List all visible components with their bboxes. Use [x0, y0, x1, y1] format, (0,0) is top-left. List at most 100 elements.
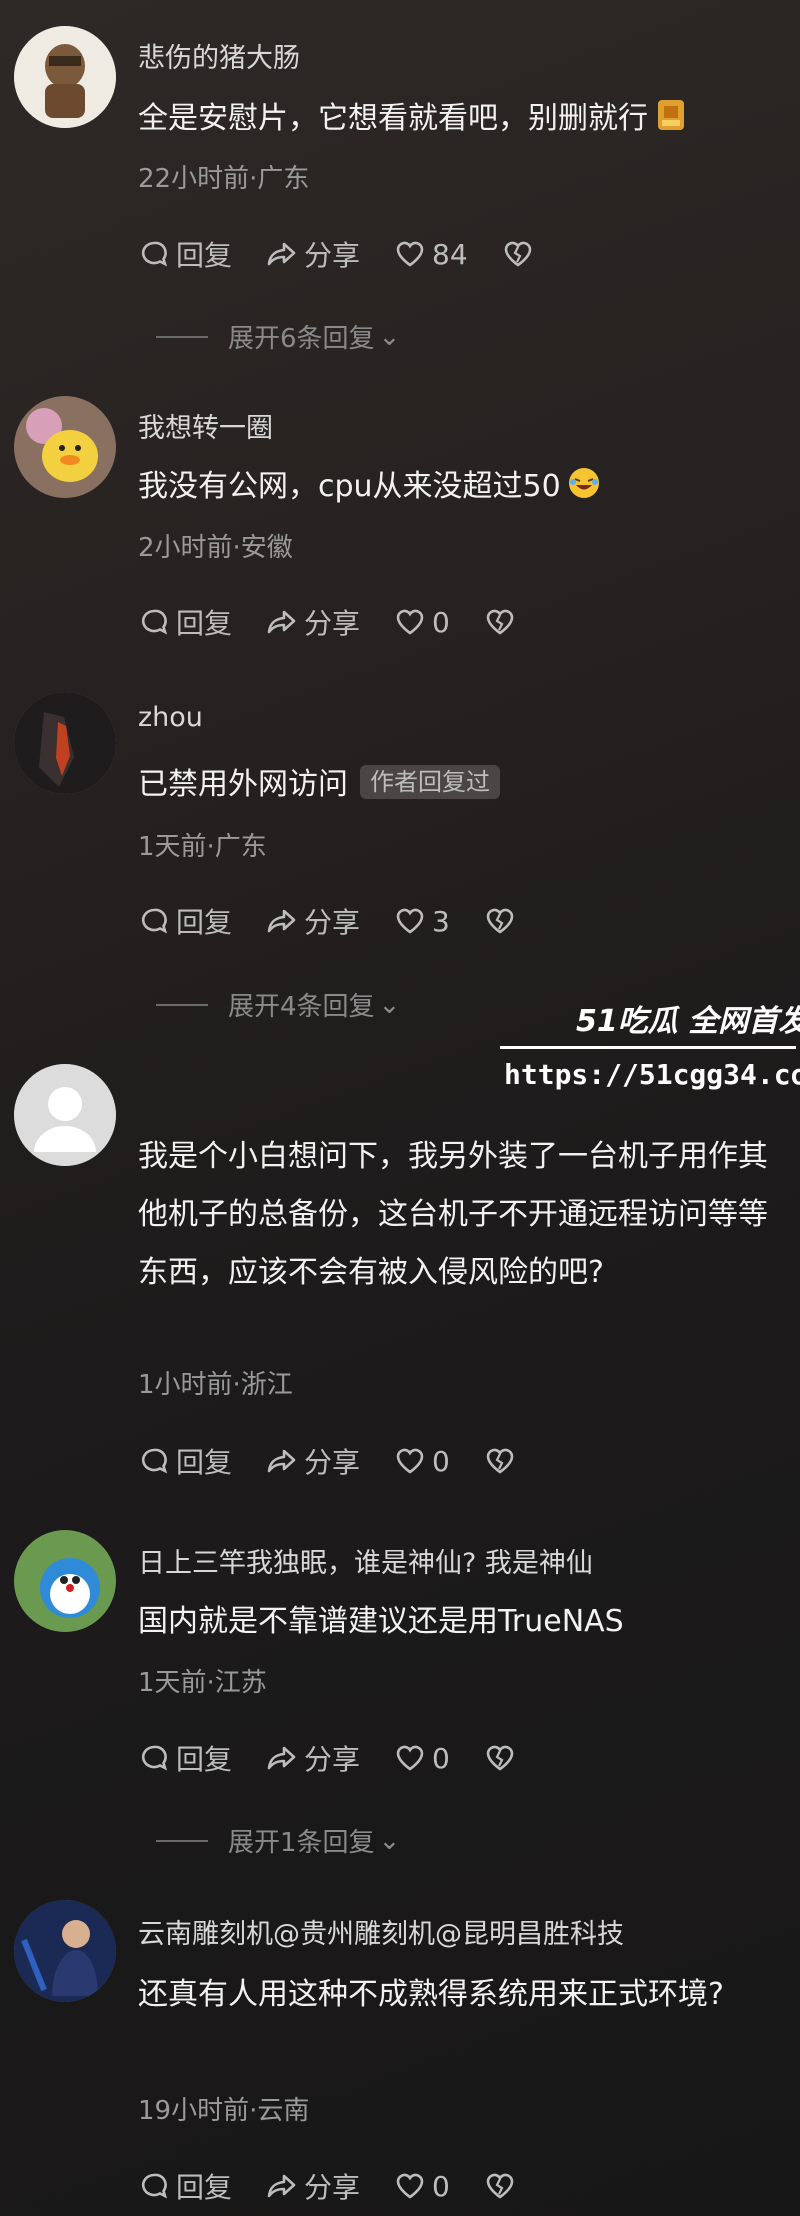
comment-meta: 22小时前·广东: [138, 164, 310, 194]
broken-heart-icon: [486, 609, 514, 635]
comment-text: 国内就是不靠谱建议还是用TrueNAS: [138, 1604, 624, 1639]
share-button[interactable]: 分享: [266, 2166, 360, 2206]
author-replied-badge: 作者回复过: [360, 765, 500, 799]
chevron-down-icon: ⌄: [378, 321, 401, 352]
avatar[interactable]: [14, 1064, 116, 1166]
share-label: 分享: [304, 239, 361, 272]
dislike-button[interactable]: [484, 1742, 516, 1774]
dislike-button[interactable]: [484, 2170, 516, 2202]
watermark: 51吃瓜 全网首发 https://51cgg34.com: [496, 996, 800, 1094]
like-button[interactable]: 0: [394, 2170, 450, 2203]
share-button[interactable]: 分享: [266, 1738, 360, 1778]
broken-heart-icon: [486, 908, 514, 934]
like-count: 0: [432, 2169, 450, 2203]
like-button[interactable]: 84: [394, 238, 468, 271]
comment-meta: 19小时前·云南: [138, 2096, 310, 2126]
action-bar: 回复 分享 0: [138, 2166, 550, 2206]
comment-text: 还真有人用这种不成熟得系统用来正式环境?: [138, 1977, 724, 2012]
like-button[interactable]: 3: [394, 905, 450, 938]
chevron-down-icon: ⌄: [378, 989, 401, 1020]
reply-label: 回复: [176, 239, 233, 272]
username[interactable]: 悲伤的猪大肠: [138, 36, 300, 75]
reply-button[interactable]: 回复: [138, 602, 232, 642]
like-count: 3: [432, 904, 450, 938]
share-label: 分享: [304, 1446, 361, 1479]
username[interactable]: 日上三竿我独眠，谁是神仙? 我是神仙: [138, 1541, 593, 1580]
dislike-button[interactable]: [502, 238, 534, 270]
heart-icon: [396, 908, 424, 934]
action-bar: 回复 分享 0: [138, 1738, 550, 1778]
divider-line: [156, 335, 208, 338]
reply-label: 回复: [176, 906, 233, 939]
reply-button[interactable]: 回复: [138, 2166, 232, 2206]
laughing-emoji-icon: [568, 468, 599, 498]
share-icon: [267, 2174, 296, 2198]
reply-icon: [141, 609, 168, 635]
like-button[interactable]: 0: [394, 606, 450, 639]
action-bar: 回复 分享 0: [138, 602, 550, 642]
reply-button[interactable]: 回复: [138, 1738, 232, 1778]
broken-heart-icon: [486, 1448, 514, 1474]
share-label: 分享: [304, 1743, 361, 1776]
heart-icon: [396, 241, 424, 267]
heart-icon: [396, 1448, 424, 1474]
reply-icon: [141, 1448, 168, 1474]
divider-line: [156, 1839, 208, 1842]
avatar[interactable]: [14, 692, 116, 794]
username[interactable]: zhou: [138, 702, 203, 733]
dislike-button[interactable]: [484, 606, 516, 638]
share-icon: [267, 1746, 296, 1770]
reply-button[interactable]: 回复: [138, 901, 232, 941]
dislike-button[interactable]: [484, 905, 516, 937]
expand-replies-button[interactable]: 展开4条回复 ⌄: [156, 986, 400, 1023]
reply-label: 回复: [176, 1743, 233, 1776]
share-icon: [267, 242, 296, 266]
share-button[interactable]: 分享: [266, 901, 360, 941]
reply-icon: [141, 2173, 168, 2199]
broken-heart-icon: [486, 2173, 514, 2199]
share-icon: [267, 1449, 296, 1473]
expand-replies-button[interactable]: 展开6条回复 ⌄: [156, 318, 400, 355]
expand-replies-button[interactable]: 展开1条回复 ⌄: [156, 1822, 400, 1859]
like-button[interactable]: 0: [394, 1742, 450, 1775]
reply-icon: [141, 241, 168, 267]
action-bar: 回复 分享 0: [138, 1441, 550, 1481]
comment-meta: 1天前·江苏: [138, 1668, 267, 1698]
like-count: 0: [432, 605, 450, 639]
reply-label: 回复: [176, 2171, 233, 2204]
share-button[interactable]: 分享: [266, 602, 360, 642]
comment-meta: 2小时前·安徽: [138, 533, 293, 563]
username[interactable]: 云南雕刻机@贵州雕刻机@昆明昌胜科技: [138, 1912, 624, 1951]
username[interactable]: 我想转一圈: [138, 406, 273, 445]
comment-text-body: 全是安慰片，它想看就看吧，别删就行: [138, 101, 648, 136]
share-label: 分享: [304, 607, 361, 640]
like-count: 0: [432, 1444, 450, 1478]
broken-heart-icon: [504, 241, 531, 267]
like-count: 84: [432, 237, 468, 271]
comment-meta: 1天前·广东: [138, 832, 267, 862]
chevron-down-icon: ⌄: [378, 1825, 401, 1856]
comment-text: 我没有公网，cpu从来没超过50: [138, 458, 778, 516]
share-icon: [267, 909, 296, 933]
share-button[interactable]: 分享: [266, 234, 360, 274]
avatar[interactable]: [14, 26, 116, 128]
avatar[interactable]: [14, 1530, 116, 1632]
share-label: 分享: [304, 906, 361, 939]
comment-text-body: 已禁用外网访问: [138, 767, 348, 802]
expand-replies-label: 展开4条回复: [228, 992, 375, 1022]
reply-button[interactable]: 回复: [138, 1441, 232, 1481]
reply-button[interactable]: 回复: [138, 234, 232, 274]
expand-replies-label: 展开6条回复: [228, 324, 375, 354]
share-label: 分享: [304, 2171, 361, 2204]
avatar[interactable]: [14, 396, 116, 498]
dislike-button[interactable]: [484, 1445, 516, 1477]
broken-heart-icon: [486, 1745, 514, 1771]
comment-text: 我是个小白想问下，我另外装了一台机子用作其他机子的总备份，这台机子不开通远程访问…: [138, 1139, 768, 1290]
reply-icon: [141, 1745, 168, 1771]
avatar[interactable]: [14, 1900, 116, 2002]
comment-text-body: 我没有公网，cpu从来没超过50: [138, 469, 561, 504]
like-button[interactable]: 0: [394, 1445, 450, 1478]
action-bar: 回复 分享 3: [138, 901, 550, 941]
share-button[interactable]: 分享: [266, 1441, 360, 1481]
reply-label: 回复: [176, 1446, 233, 1479]
